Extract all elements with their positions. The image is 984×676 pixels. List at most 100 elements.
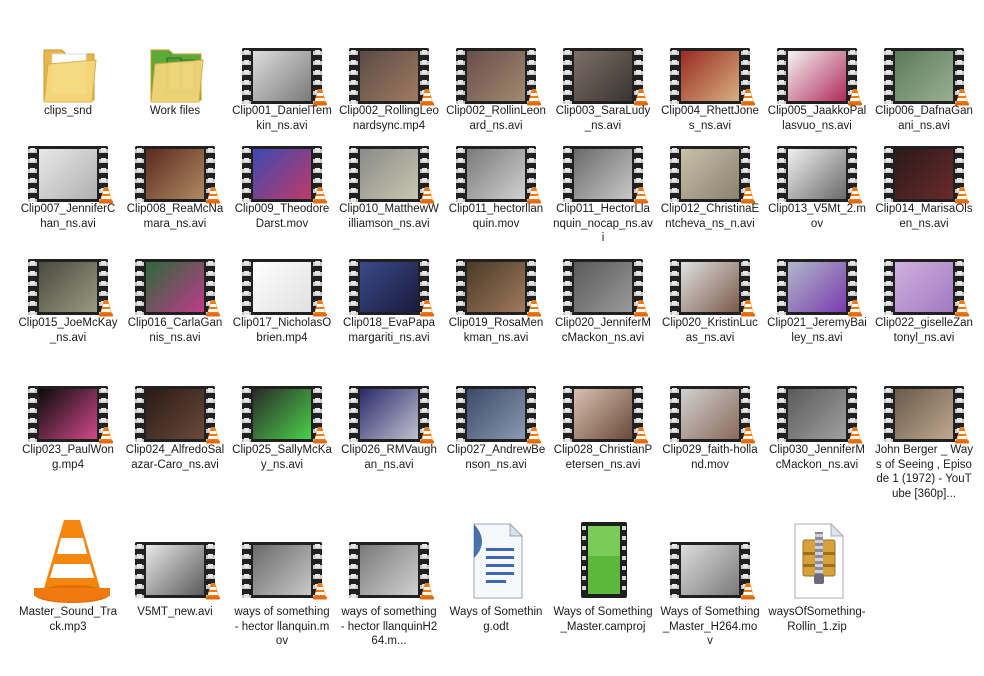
- file-item[interactable]: Clip001_DanielTemkin_ns.avi: [230, 44, 334, 132]
- document-icon: [473, 522, 524, 599]
- file-item[interactable]: Clip005_JaakkoPallasvuo_ns.avi: [765, 44, 869, 132]
- file-name-label: Clip010_MatthewWilliamson_ns.avi: [339, 203, 439, 230]
- video-thumbnail: [670, 48, 750, 104]
- file-icon: [555, 142, 651, 204]
- file-item[interactable]: ways of something - hector llanquin.mov: [230, 538, 334, 647]
- vlc-cone-icon: [420, 583, 434, 600]
- file-name-label: Clip025_SallyMcKay_ns.avi: [232, 444, 332, 471]
- file-name-label: Clip002_RollinLeonard_ns.avi: [446, 105, 546, 132]
- file-icon: [234, 44, 330, 106]
- video-thumbnail: [242, 259, 322, 315]
- file-item[interactable]: Clip004_RhettJones_ns.avi: [658, 44, 762, 132]
- file-item[interactable]: Clip020_JenniferMcMackon_ns.avi: [551, 255, 655, 344]
- file-item[interactable]: Clip019_RosaMenkman_ns.avi: [444, 255, 548, 344]
- file-item[interactable]: Clip003_SaraLudy_ns.avi: [551, 44, 655, 132]
- file-icon: [234, 255, 330, 317]
- file-item[interactable]: Clip010_MatthewWilliamson_ns.avi: [337, 142, 441, 230]
- video-thumbnail: [242, 48, 322, 104]
- video-thumbnail: [456, 48, 536, 104]
- file-item[interactable]: Clip021_JeremyBailey_ns.avi: [765, 255, 869, 344]
- file-item[interactable]: Clip011_hectorllanquin.mov: [444, 142, 548, 230]
- vlc-cone-icon: [99, 300, 113, 317]
- video-thumbnail: [563, 259, 643, 315]
- file-item[interactable]: Clip006_DafnaGanani_ns.avi: [872, 44, 976, 132]
- video-thumbnail: [349, 542, 429, 598]
- file-item[interactable]: Clip026_RMVaughan_ns.avi: [337, 382, 441, 471]
- file-item[interactable]: Clip002_RollingLeonardsync.mp4: [337, 44, 441, 132]
- file-name-label: Clip022_giselleZantonyl_ns.avi: [875, 317, 973, 344]
- file-name-label: Clip013_V5Mt_2.mov: [768, 203, 866, 230]
- file-item[interactable]: Ways of Something_Master_H264.mov: [658, 538, 762, 647]
- file-icon: [127, 538, 223, 600]
- video-thumbnail: [28, 386, 108, 442]
- file-name-label: Clip009_TheodoreDarst.mov: [234, 203, 330, 230]
- file-icon: [127, 142, 223, 204]
- file-icon: [662, 255, 758, 317]
- file-icon-grid: clips_snd Work files Clip001_DanielTemkin_…: [0, 0, 984, 676]
- file-item[interactable]: Clip025_SallyMcKay_ns.avi: [230, 382, 334, 471]
- video-thumbnail: [135, 386, 215, 442]
- file-item[interactable]: Clip017_NicholasObrien.mp4: [230, 255, 334, 344]
- file-item[interactable]: Clip022_giselleZantonyl_ns.avi: [872, 255, 976, 344]
- vlc-file-icon: [34, 520, 110, 603]
- file-icon: [555, 44, 651, 106]
- file-name-label: Master_Sound_Track.mp3: [18, 606, 117, 633]
- file-item[interactable]: Clip023_PaulWong.mp4: [16, 382, 120, 471]
- vlc-cone-icon: [741, 427, 755, 444]
- vlc-cone-icon: [955, 300, 969, 317]
- file-icon: [448, 382, 544, 444]
- file-name-label: Clip007_JenniferChan_ns.avi: [20, 203, 116, 230]
- file-item[interactable]: Clip014_MarisaOlsen_ns.avi: [872, 142, 976, 230]
- file-item[interactable]: Clip002_RollinLeonard_ns.avi: [444, 44, 548, 132]
- vlc-cone-icon: [634, 427, 648, 444]
- file-item[interactable]: Clip018_EvaPapamargariti_ns.avi: [337, 255, 441, 344]
- file-item[interactable]: ways of something - hector llanquinH264.…: [337, 538, 441, 647]
- file-icon: [341, 538, 437, 600]
- file-item[interactable]: Clip008_ReaMcNamara_ns.avi: [123, 142, 227, 230]
- file-icon: [341, 382, 437, 444]
- file-item[interactable]: Clip020_KristinLucas_ns.avi: [658, 255, 762, 344]
- file-item[interactable]: Master_Sound_Track.mp3: [16, 520, 120, 633]
- video-thumbnail: [884, 48, 964, 104]
- file-item[interactable]: Clip027_AndrewBenson_ns.avi: [444, 382, 548, 471]
- file-icon: [769, 255, 865, 317]
- file-icon: [234, 382, 330, 444]
- file-name-label: Clip023_PaulWong.mp4: [22, 444, 114, 471]
- video-thumbnail: [670, 386, 750, 442]
- file-item[interactable]: Clip011_HectorLlanquin_nocap_ns.avi: [551, 142, 655, 244]
- file-icon: [448, 255, 544, 317]
- file-name-label: Clip006_DafnaGanani_ns.avi: [875, 105, 973, 132]
- file-item[interactable]: Ways of Something_Master.camproj: [551, 522, 655, 633]
- file-item[interactable]: John Berger _ Ways of Seeing , Episode 1…: [872, 382, 976, 500]
- file-item[interactable]: Clip012_ChristinaEntcheva_ns_n.avi: [658, 142, 762, 230]
- file-item[interactable]: V5MT_new.avi: [123, 538, 227, 618]
- file-item[interactable]: Clip015_JoeMcKay_ns.avi: [16, 255, 120, 344]
- file-item[interactable]: Clip028_ChristianPetersen_ns.avi: [551, 382, 655, 471]
- file-item[interactable]: clips_snd: [16, 44, 120, 117]
- file-icon: [341, 142, 437, 204]
- file-icon: [555, 382, 651, 444]
- vlc-cone-icon: [848, 427, 862, 444]
- file-item[interactable]: Clip029_faith-holland.mov: [658, 382, 762, 471]
- file-icon: [876, 142, 972, 204]
- video-thumbnail: [242, 386, 322, 442]
- file-item[interactable]: Clip013_V5Mt_2.mov: [765, 142, 869, 230]
- file-item[interactable]: waysOfSomething-Rollin_1.zip: [765, 522, 869, 633]
- video-thumbnail: [884, 386, 964, 442]
- file-item[interactable]: Work files: [123, 44, 227, 117]
- file-item[interactable]: Clip007_JenniferChan_ns.avi: [16, 142, 120, 230]
- file-item[interactable]: Clip030_JenniferMcMackon_ns.avi: [765, 382, 869, 471]
- file-item[interactable]: Clip009_TheodoreDarst.mov: [230, 142, 334, 230]
- file-icon: [769, 44, 865, 106]
- file-item[interactable]: Ways of Something.odt: [444, 522, 548, 633]
- file-item[interactable]: Clip016_CarlaGannis_ns.avi: [123, 255, 227, 344]
- file-icon: [341, 44, 437, 106]
- file-name-label: Clip003_SaraLudy_ns.avi: [555, 105, 651, 132]
- file-icon: [20, 142, 116, 204]
- file-item[interactable]: Clip024_AlfredoSalazar-Caro_ns.avi: [123, 382, 227, 471]
- file-name-label: Clip027_AndrewBenson_ns.avi: [446, 444, 546, 471]
- video-thumbnail: [456, 146, 536, 202]
- file-icon: [341, 255, 437, 317]
- file-name-label: Clip011_hectorllanquin.mov: [448, 203, 544, 230]
- video-thumbnail: [563, 48, 643, 104]
